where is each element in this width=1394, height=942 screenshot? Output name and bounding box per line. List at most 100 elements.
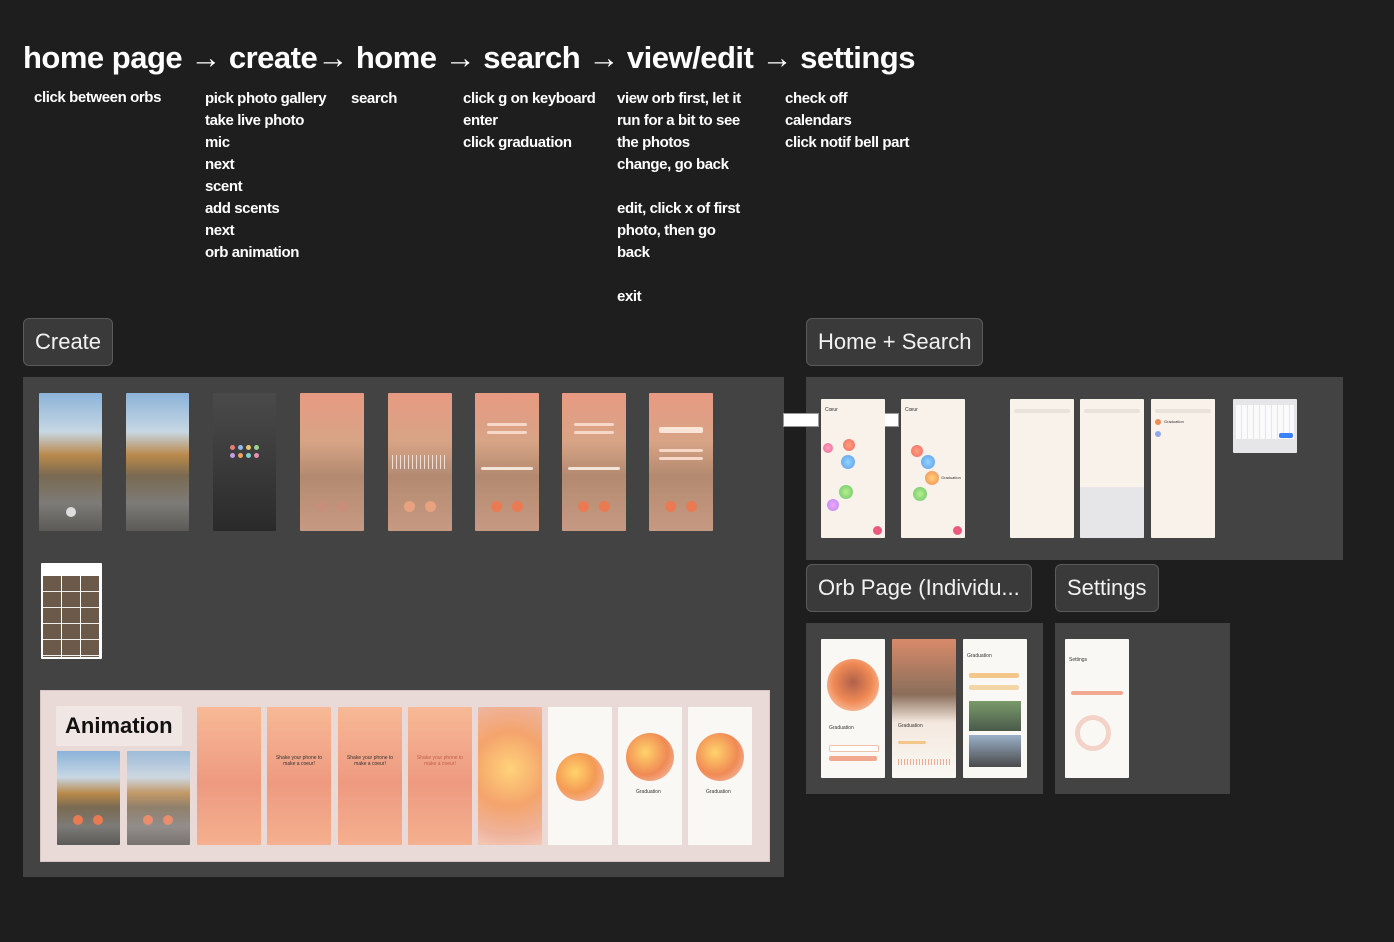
result-orb-icon — [1155, 419, 1161, 425]
next-icon — [93, 815, 103, 825]
home-frame-1[interactable]: Cœur — [821, 399, 885, 538]
flow-title: home page → create→ home → search → view… — [23, 40, 915, 75]
section-label-create[interactable]: Create — [23, 318, 114, 366]
scent-row — [659, 427, 703, 433]
scent-dot-icon — [238, 445, 243, 450]
shutter-icon — [66, 507, 76, 517]
edit-photo-2[interactable] — [969, 735, 1021, 767]
create-frame-recording[interactable] — [388, 393, 452, 531]
scent-input — [568, 467, 620, 470]
shake-prompt: Shake your phone to make a coeur! — [416, 755, 464, 767]
animation-frame-10[interactable]: Graduation — [688, 707, 752, 845]
orb-title: Graduation — [898, 723, 923, 729]
search-frame-2[interactable] — [1080, 399, 1144, 538]
animation-frame-9[interactable]: Graduation — [618, 707, 682, 845]
orb-page-frame-1[interactable]: Graduation — [821, 639, 885, 778]
orb — [696, 733, 744, 781]
scent-dot-icon — [230, 453, 235, 458]
scent-chip — [659, 457, 703, 460]
orb — [556, 753, 604, 801]
mic-icon — [316, 501, 327, 512]
scent-chip — [969, 685, 1019, 690]
settings-frame[interactable]: Settings — [1065, 639, 1129, 778]
enter-key[interactable] — [1279, 433, 1293, 438]
animation-frame-7[interactable] — [478, 707, 542, 845]
animation-frame-4[interactable]: Shake your phone to make a coeur! — [267, 707, 331, 845]
keyboard-detail[interactable] — [1233, 399, 1297, 453]
edit-photo-1[interactable] — [969, 701, 1021, 731]
add-button[interactable] — [873, 526, 882, 535]
next-icon — [686, 501, 697, 512]
create-frame-gallery[interactable] — [41, 563, 102, 659]
home-frame-2[interactable]: Cœur Graduation — [901, 399, 965, 538]
orb-page-frame-2[interactable]: Graduation — [892, 639, 956, 778]
calendar-toggle[interactable] — [1071, 691, 1123, 695]
scent-chip — [487, 431, 527, 434]
scent-dot-icon — [238, 453, 243, 458]
next-icon — [163, 815, 173, 825]
orb-page-frame-edit[interactable]: Graduation — [963, 639, 1027, 778]
section-label-animation[interactable]: Animation — [56, 706, 182, 746]
scent-dot-icon — [254, 453, 259, 458]
notification-ring[interactable] — [1075, 715, 1111, 751]
orb — [925, 471, 939, 485]
create-frame-scent-picker[interactable] — [213, 393, 276, 531]
step-settings: check off calendars click notif bell part — [785, 90, 910, 151]
orb-title: Graduation — [967, 653, 992, 659]
sticky-note — [783, 413, 819, 427]
scent-chip — [898, 741, 926, 744]
animation-frame-5[interactable]: Shake your phone to make a coeur! — [338, 707, 402, 845]
animation-frame-3[interactable] — [197, 707, 261, 845]
home-title: Cœur — [905, 407, 918, 413]
create-frame-photo[interactable] — [126, 393, 189, 531]
orb — [827, 659, 879, 711]
search-frame-3[interactable]: Graduation — [1151, 399, 1215, 538]
step-search: click g on keyboard enter click graduation — [463, 90, 596, 151]
result-orb-icon — [1155, 431, 1161, 437]
search-input[interactable] — [1155, 409, 1211, 413]
section-label-orb-page[interactable]: Orb Page (Individu... — [806, 564, 1032, 612]
keyboard[interactable] — [1080, 487, 1144, 538]
add-button[interactable] — [953, 526, 962, 535]
step-view-edit: view orb first, let it run for a bit to s… — [617, 90, 741, 305]
orb — [827, 499, 839, 511]
search-input[interactable] — [1084, 409, 1140, 413]
orb — [921, 455, 935, 469]
scent-chip — [574, 431, 614, 434]
shake-prompt: Shake your phone to make a coeur! — [275, 755, 323, 767]
animation-frame-1[interactable] — [57, 751, 120, 845]
section-label-settings[interactable]: Settings — [1055, 564, 1159, 612]
orb-title: Graduation — [706, 789, 731, 795]
mic-icon — [578, 501, 589, 512]
scent-input — [481, 467, 533, 470]
edit-button[interactable] — [829, 745, 879, 752]
step-home-search: search — [351, 90, 397, 107]
animation-frame-8[interactable] — [548, 707, 612, 845]
next-icon — [512, 501, 523, 512]
orb — [823, 443, 833, 453]
scent-chip — [969, 673, 1019, 678]
share-button[interactable] — [829, 756, 877, 761]
orb-title: Graduation — [829, 725, 854, 731]
create-frame-scent[interactable] — [475, 393, 539, 531]
orb — [839, 485, 853, 499]
orb — [841, 455, 855, 469]
next-icon — [425, 501, 436, 512]
create-frame-add-scents[interactable] — [562, 393, 626, 531]
create-frame-next[interactable] — [649, 393, 713, 531]
section-label-home-search[interactable]: Home + Search — [806, 318, 984, 366]
scent-dot-icon — [246, 453, 251, 458]
animation-frame-2[interactable] — [127, 751, 190, 845]
settings-title: Settings — [1069, 657, 1088, 663]
waveform — [392, 455, 448, 469]
search-frame-1[interactable] — [1010, 399, 1074, 538]
create-frame-camera[interactable] — [39, 393, 102, 531]
scent-dot-icon — [246, 445, 251, 450]
animation-frame-6[interactable]: Shake your phone to make a coeur! — [408, 707, 472, 845]
create-frame-mic[interactable] — [300, 393, 364, 531]
search-result[interactable]: Graduation — [1164, 419, 1184, 424]
orb-label: Graduation — [941, 475, 961, 480]
scent-chip — [659, 449, 703, 452]
shake-prompt: Shake your phone to make a coeur! — [346, 755, 394, 767]
search-input[interactable] — [1014, 409, 1070, 413]
